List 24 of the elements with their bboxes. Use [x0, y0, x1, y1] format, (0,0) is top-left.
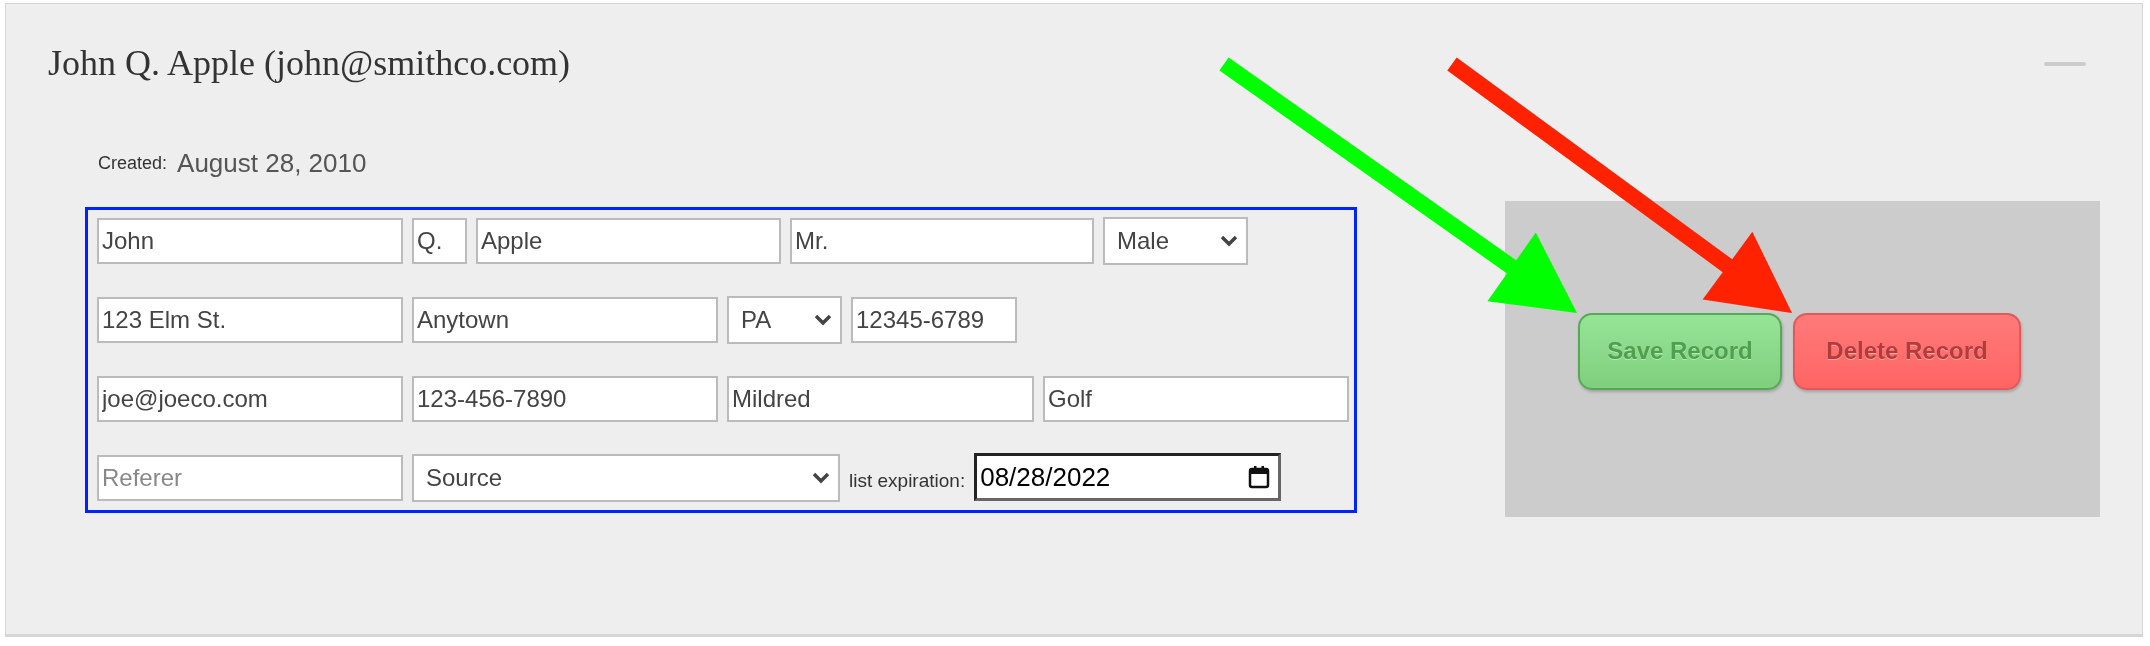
record-title: John Q. Apple (john@smithco.com) — [48, 43, 571, 83]
calendar-icon[interactable] — [1248, 465, 1271, 489]
text-field[interactable]: Mr. — [790, 218, 1094, 264]
chevron-down-icon — [814, 314, 832, 326]
text-field[interactable]: 123 Elm St. — [97, 297, 403, 343]
text-field[interactable]: Golf — [1043, 376, 1349, 422]
created-date: August 28, 2010 — [177, 146, 367, 180]
created-label: Created: — [98, 151, 168, 175]
field-label: list expiration: — [849, 468, 966, 493]
text-field[interactable]: 123-456-7890 — [412, 376, 718, 422]
date-field[interactable]: 08/28/2022 — [974, 453, 1282, 501]
dropdown[interactable]: Source — [412, 454, 840, 502]
text-field[interactable]: Q. — [412, 218, 467, 264]
dropdown[interactable]: PA — [727, 296, 842, 344]
text-field[interactable]: joe@joeco.com — [97, 376, 403, 422]
text-field[interactable]: Apple — [476, 218, 781, 264]
text-field[interactable]: Anytown — [412, 297, 718, 343]
text-field[interactable]: 12345-6789 — [851, 297, 1017, 343]
text-field[interactable]: Referer — [97, 455, 403, 501]
chevron-down-icon — [1220, 235, 1238, 247]
text-field[interactable]: John — [97, 218, 403, 264]
dropdown[interactable]: Male — [1103, 217, 1248, 265]
chevron-down-icon — [812, 472, 830, 484]
text-field[interactable]: Mildred — [727, 376, 1034, 422]
